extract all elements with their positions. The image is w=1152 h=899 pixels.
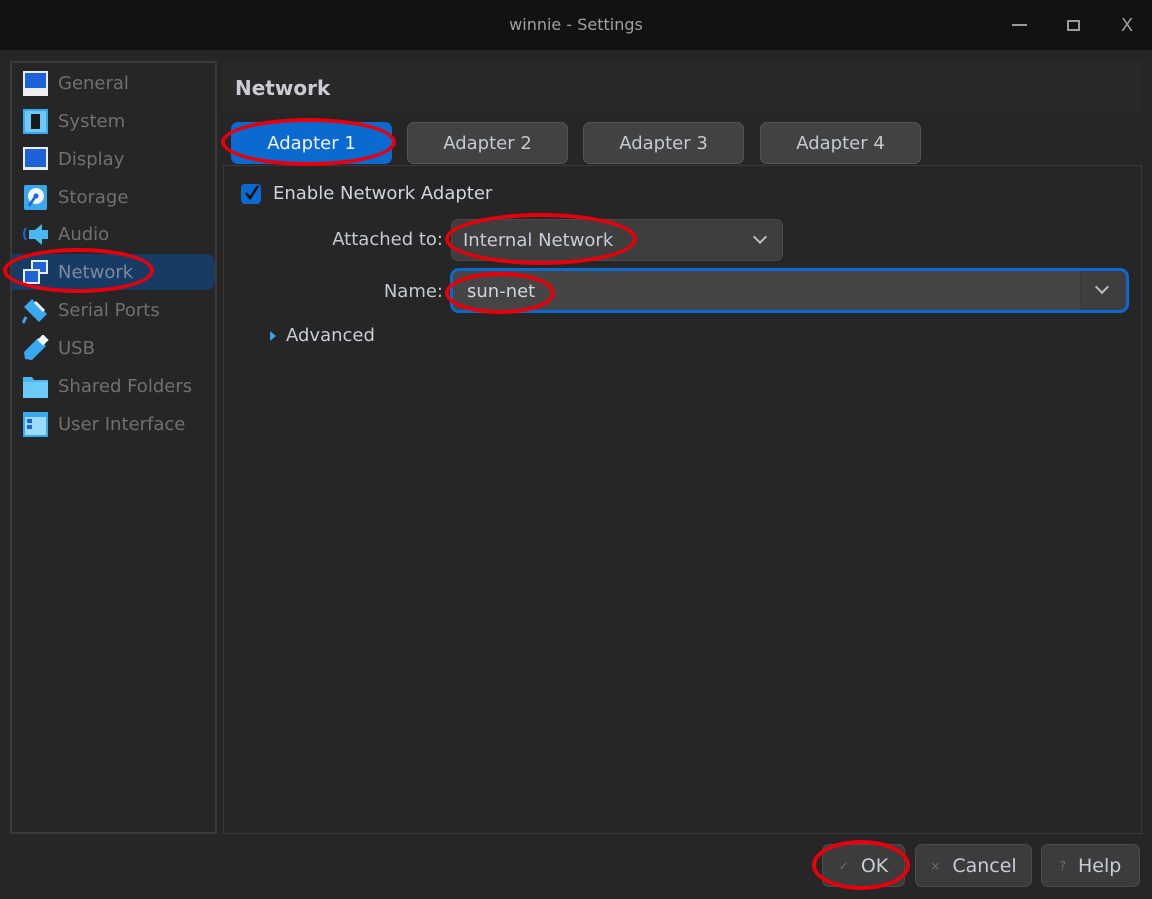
user-interface-icon: [23, 411, 48, 437]
advanced-toggle[interactable]: Advanced: [270, 325, 375, 346]
attached-to-label: Attached to:: [332, 229, 443, 250]
window-title: winnie - Settings: [509, 15, 643, 34]
attached-to-select[interactable]: Internal Network: [451, 219, 783, 261]
attached-to-value: Internal Network: [463, 230, 614, 251]
adapter-panel: [223, 165, 1142, 834]
sidebar-item-label: User Interface: [58, 413, 186, 435]
ok-label: OK: [860, 854, 889, 877]
tab-adapter-1[interactable]: Adapter 1: [231, 122, 392, 164]
chevron-down-icon: [1094, 279, 1110, 295]
sidebar-item-label: USB: [58, 337, 95, 359]
network-icon: [23, 259, 48, 284]
disk-icon: [24, 184, 47, 210]
minimize-icon: [1011, 24, 1027, 26]
sidebar-item-label: Shared Folders: [58, 375, 193, 397]
title-bar: winnie - Settings X: [0, 0, 1152, 50]
question-icon: ?: [1059, 858, 1067, 873]
sidebar-item-label: System: [58, 110, 126, 132]
sidebar-item-label: Audio: [58, 223, 110, 245]
monitor-icon: [23, 70, 48, 96]
sidebar-item-storage[interactable]: Storage: [12, 179, 215, 215]
sidebar-item-user-interface[interactable]: User Interface: [12, 406, 215, 442]
settings-sidebar: General System Display Storage Audio Net…: [10, 61, 217, 834]
folder-icon: [23, 376, 48, 398]
ok-button[interactable]: ✓ OK: [822, 844, 905, 887]
network-name-input[interactable]: [467, 279, 1067, 303]
close-icon: X: [1120, 14, 1134, 36]
network-name-combobox[interactable]: [450, 268, 1129, 313]
sidebar-item-network[interactable]: Network: [12, 254, 215, 290]
x-icon: ×: [930, 858, 941, 873]
chip-icon: [23, 108, 48, 134]
sidebar-item-usb[interactable]: USB: [12, 330, 215, 366]
display-icon: [23, 146, 48, 170]
sidebar-item-label: General: [58, 72, 129, 94]
sidebar-item-system[interactable]: System: [12, 103, 215, 139]
expand-triangle-icon: [270, 330, 276, 341]
tab-adapter-4[interactable]: Adapter 4: [760, 122, 921, 164]
sidebar-item-label: Storage: [58, 186, 129, 208]
tab-adapter-2[interactable]: Adapter 2: [407, 122, 568, 164]
page-title: Network: [235, 76, 331, 100]
minimize-button[interactable]: [1006, 12, 1032, 38]
name-label: Name:: [383, 281, 443, 302]
enable-adapter-label[interactable]: Enable Network Adapter: [273, 183, 492, 204]
maximize-icon: [1066, 19, 1080, 31]
sidebar-item-shared-folders[interactable]: Shared Folders: [12, 368, 215, 404]
sidebar-item-audio[interactable]: Audio: [12, 216, 215, 252]
page-header: Network: [223, 61, 1142, 113]
cancel-label: Cancel: [952, 854, 1017, 877]
sidebar-item-label: Network: [58, 261, 134, 283]
sidebar-item-label: Display: [58, 148, 125, 170]
check-icon: ✓: [838, 858, 849, 873]
help-label: Help: [1078, 854, 1122, 877]
help-button[interactable]: ? Help: [1041, 844, 1140, 887]
sidebar-item-general[interactable]: General: [12, 65, 215, 101]
enable-adapter-checkbox[interactable]: [241, 184, 261, 204]
checkmark-icon: [245, 185, 260, 201]
maximize-button[interactable]: [1060, 12, 1086, 38]
speaker-icon: [23, 223, 48, 245]
network-name-dropdown-button[interactable]: [1080, 271, 1126, 310]
sidebar-item-label: Serial Ports: [58, 299, 160, 321]
chevron-down-icon: [752, 229, 768, 245]
usb-icon: [24, 334, 49, 360]
sidebar-item-serial-ports[interactable]: Serial Ports: [12, 292, 215, 328]
tab-adapter-3[interactable]: Adapter 3: [583, 122, 744, 164]
cancel-button[interactable]: × Cancel: [915, 844, 1032, 887]
advanced-label: Advanced: [286, 325, 375, 346]
serial-port-icon: [22, 298, 47, 324]
sidebar-item-display[interactable]: Display: [12, 141, 215, 177]
close-button[interactable]: X: [1114, 12, 1140, 38]
